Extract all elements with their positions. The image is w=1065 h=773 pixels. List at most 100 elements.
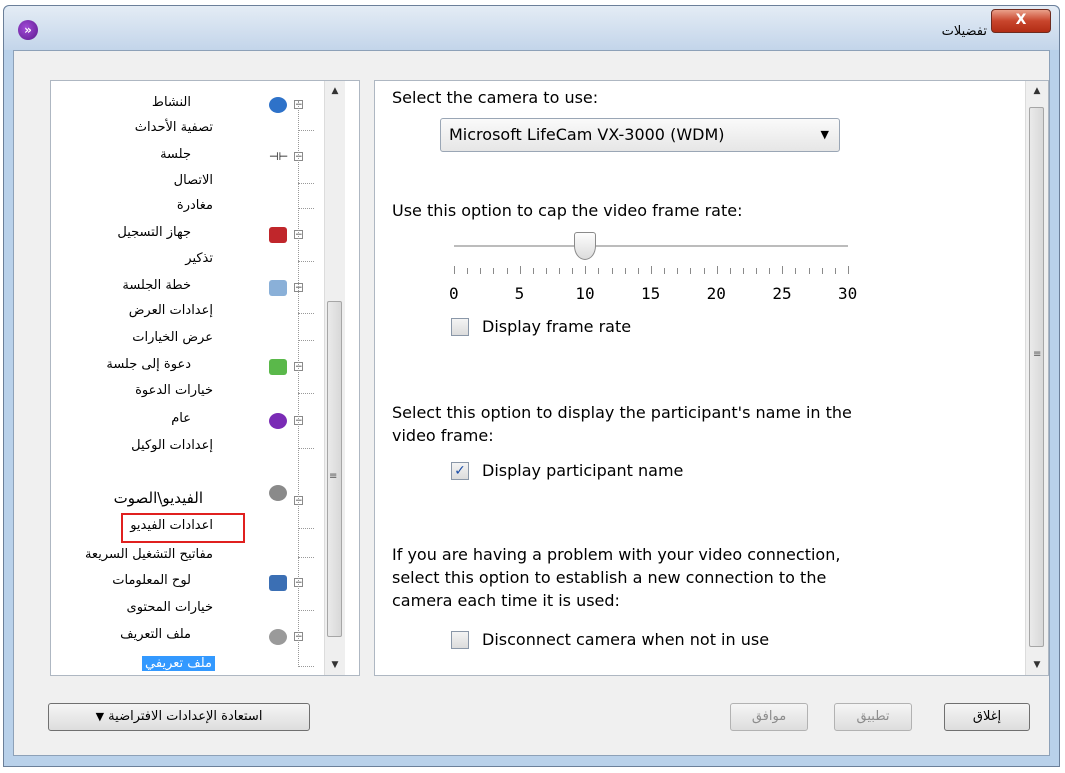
slider-tick [454,266,455,274]
tree-subitem-label: مغادرة [176,198,213,213]
slider-tick [664,268,666,274]
tree-subitem-label: تذكير [185,251,213,266]
highlight-box [121,513,245,543]
participant-name-description-line-2: video frame: [392,426,494,445]
tree-subitem-label: إعدادات العرض [128,303,213,318]
tree-category[interactable]: − ملف التعريف [51,627,321,647]
tree-subitem[interactable]: خيارات المحتوى [51,600,321,620]
tree-subitem[interactable]: تذكير [51,251,321,271]
grip-icon: ≡ [1033,349,1042,360]
display-frame-rate-label: Display frame rate [482,317,632,336]
slider-tick [769,268,771,274]
slider-tick [677,268,679,274]
slider-tick [795,268,797,274]
tree-subitem[interactable]: الاتصال [51,173,321,193]
tree-subitem[interactable]: تصفية الأحداث [51,120,321,140]
slider-tick [756,268,758,274]
close-window-button[interactable]: X [991,9,1051,33]
tree-category[interactable]: − جهاز التسجيل [51,225,321,245]
dropdown-arrow-icon: ▼ [95,710,105,723]
tree-category[interactable]: − الفيديو\الصوت [51,485,321,511]
tree-connector-line [298,183,314,184]
tree-subitem-label: إعدادات الوكيل [131,438,213,453]
slider-tick [690,268,692,274]
tree-subitem-label: خيارات المحتوى [126,600,213,615]
scroll-up-icon[interactable]: ▲ [325,81,345,101]
restore-defaults-button[interactable]: استعادة الإعدادات الافتراضية ▼ [48,703,310,731]
tree-category[interactable]: − النشاط [51,95,321,115]
slider-tick [729,268,731,274]
scroll-thumb[interactable] [327,301,342,637]
slider-tick [611,268,613,274]
grip-icon: ≡ [329,471,338,482]
camera-dropdown-value: Microsoft LifeCam VX-3000 (WDM) [449,125,725,144]
close-button[interactable]: إغلاق [944,703,1030,731]
tree-connector-line [298,528,314,529]
scroll-thumb[interactable] [1029,107,1044,647]
tree-connector-line [298,208,314,209]
slider-tick [545,268,547,274]
connection-problem-line-3: camera each time it is used: [392,591,620,610]
slider-tick [506,268,508,274]
app-logo-icon: » [18,20,38,40]
tree-connector-line [298,130,314,131]
slider-tick [585,266,587,274]
display-participant-name-checkbox[interactable]: ✓ [451,462,469,480]
tree-category-label: النشاط [151,95,191,110]
tree-subitem[interactable]: خيارات الدعوة [51,383,321,403]
settings-scrollbar[interactable]: ▲ ≡ ▼ [1025,81,1048,675]
tree-connector-line [298,101,299,667]
tree-connector-line [298,393,314,394]
participant-name-description-line-1: Select this option to display the partic… [392,403,852,422]
slider-tick [821,268,823,274]
tree-subitem[interactable]: مغادرة [51,198,321,218]
tree-connector-line [298,610,314,611]
slider-tick [467,268,469,274]
frame-rate-cap-label: Use this option to cap the video frame r… [392,201,743,220]
scroll-down-icon[interactable]: ▼ [325,655,345,675]
tree-category-label: خطة الجلسة [122,278,191,293]
slider-tick [572,268,574,274]
tree-subitem[interactable]: إعدادات الوكيل [51,438,321,458]
tree-category[interactable]: − لوح المعلومات [51,573,321,593]
tree-category[interactable]: − خطة الجلسة [51,278,321,298]
slider-tick [559,268,561,274]
slider-tick-label: 5 [514,284,525,303]
slider-tick-label: 25 [772,284,792,303]
tree-category[interactable]: − عام [51,411,321,431]
invite-people-icon [269,359,287,375]
slider-tick [716,266,718,274]
chat-bubble-icon [269,97,287,113]
slider-tick [493,268,495,274]
tree-subitem[interactable]: إعدادات العرض [51,303,321,323]
apply-button[interactable]: تطبيق [834,703,912,731]
scroll-down-icon[interactable]: ▼ [1026,655,1048,675]
tree-category-label: جلسة [160,147,191,162]
tree-category-label: عام [171,411,191,426]
slider-tick [519,266,521,274]
restore-defaults-label: استعادة الإعدادات الافتراضية [108,709,263,724]
tree-subitem[interactable]: عرض الخيارات [51,330,321,350]
profile-person-icon [269,629,287,645]
title-bar[interactable]: » تفضيلات X [4,6,1059,50]
tree-subitem-label: تصفية الأحداث [134,120,213,135]
display-frame-rate-checkbox[interactable] [451,318,469,336]
tree-subitem[interactable]: مفاتيح التشغيل السريعة [51,547,321,567]
tree-connector-line [298,557,314,558]
chevron-down-icon: ▼ [820,128,829,141]
window-title: تفضيلات [941,24,987,39]
webcam-icon [269,485,287,501]
tree-subitem[interactable]: ملف تعريفي [51,656,321,676]
frame-rate-slider-track[interactable] [454,245,848,248]
slider-tick [532,268,534,274]
scroll-up-icon[interactable]: ▲ [1026,81,1048,101]
slider-tick [703,268,705,274]
tree-category[interactable]: − ⊣⊢ جلسة [51,147,321,167]
ok-button[interactable]: موافق [730,703,808,731]
camera-dropdown[interactable]: Microsoft LifeCam VX-3000 (WDM) ▼ [440,118,840,152]
disconnect-camera-checkbox[interactable] [451,631,469,649]
tree-scrollbar[interactable]: ▲ ≡ ▼ [324,81,345,675]
slider-tick [598,268,600,274]
display-participant-name-label: Display participant name [482,461,684,480]
tree-category[interactable]: − دعوة إلى جلسة [51,357,321,377]
